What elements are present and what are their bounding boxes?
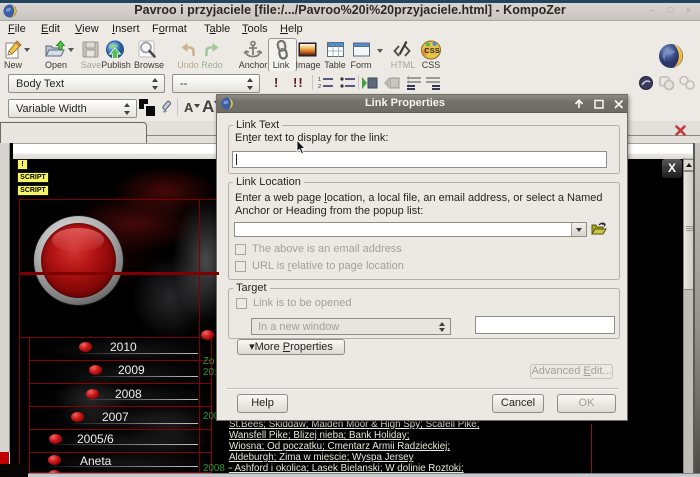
- svg-text:2: 2: [318, 84, 321, 90]
- svg-text:1: 1: [318, 77, 321, 83]
- svg-text:CSS: CSS: [424, 46, 439, 55]
